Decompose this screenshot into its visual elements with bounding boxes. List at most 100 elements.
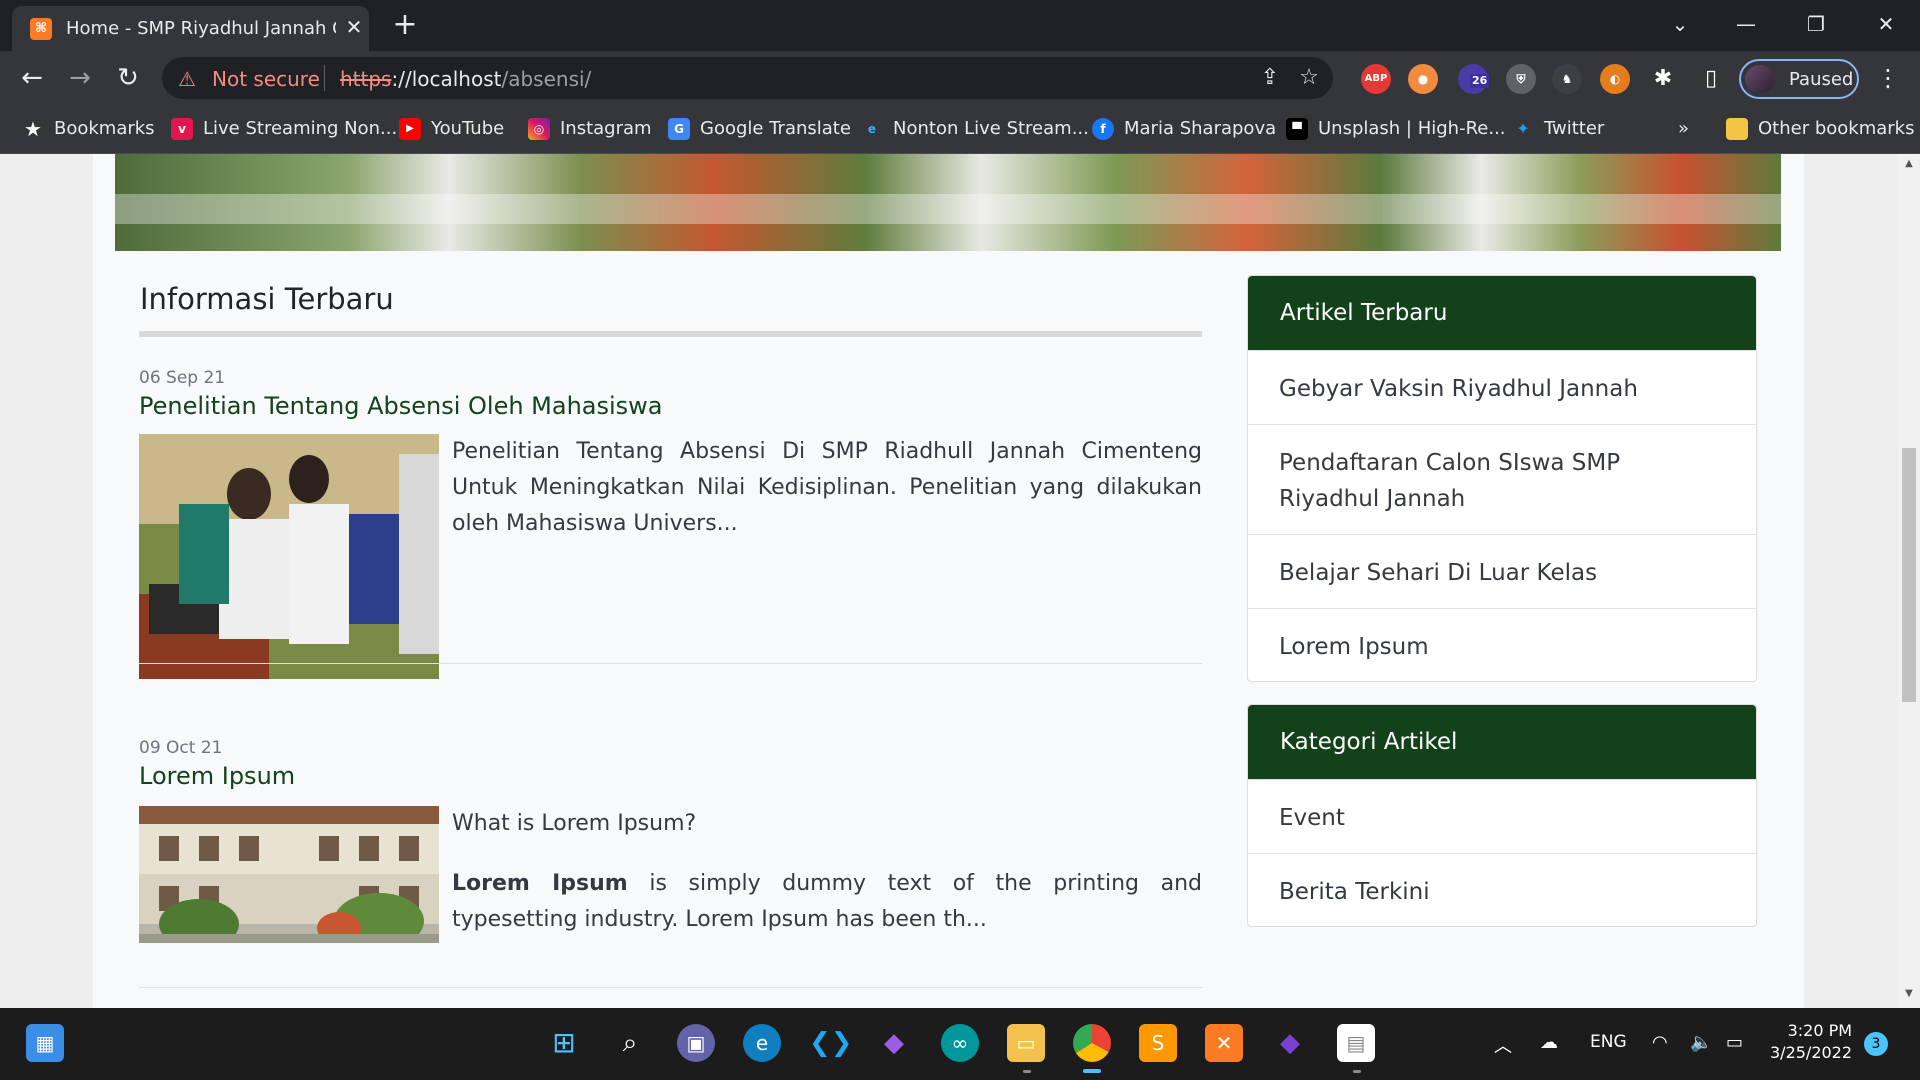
volume-icon[interactable]: 🔈 [1690, 1032, 1712, 1053]
clock-time: 3:20 PM [1787, 1021, 1853, 1040]
page-scrollbar[interactable]: ▲ ▼ [1898, 154, 1920, 1008]
post-excerpt: Penelitian Tentang Absensi Di SMP Riadhu… [452, 439, 1202, 536]
profile-button[interactable]: Paused [1739, 59, 1859, 99]
post-date: 09 Oct 21 [139, 738, 223, 758]
chrome-icon[interactable] [1073, 1024, 1111, 1062]
google-translate-icon: G [668, 118, 690, 140]
tray-overflow-icon[interactable]: ︿ [1494, 1032, 1512, 1058]
forward-button[interactable]: → [64, 63, 96, 93]
recent-article-link[interactable]: Belajar Sehari Di Luar Kelas [1248, 534, 1756, 608]
adblock-plus-icon[interactable]: ABP [1361, 64, 1391, 94]
post-excerpt-body: Lorem Ipsum is simply dummy text of the … [452, 866, 1202, 938]
edge-icon[interactable]: e [743, 1024, 781, 1062]
shield-icon[interactable]: ⛨ [1506, 64, 1536, 94]
post-title-link[interactable]: Penelitian Tentang Absensi Oleh Mahasisw… [139, 392, 663, 420]
share-icon[interactable]: ⇪ [1255, 65, 1285, 91]
bookmarks-overflow-button[interactable]: » [1678, 115, 1689, 143]
security-label[interactable]: Not secure [212, 67, 320, 91]
extension-badge-icon[interactable]: 26 [1458, 64, 1490, 94]
arduino-icon[interactable]: ∞ [941, 1024, 979, 1062]
bookmark-item[interactable]: Other bookmarks [1726, 115, 1914, 143]
scroll-thumb[interactable] [1902, 448, 1916, 702]
running-indicator [1023, 1070, 1031, 1073]
bookmark-item[interactable]: e Nonton Live Stream... [861, 115, 1089, 143]
restore-button[interactable]: ❐ [1796, 8, 1836, 40]
extensions-puzzle-icon[interactable]: ✱ [1648, 64, 1678, 94]
post-item: 09 Oct 21 Lorem Ipsum What is Lorem Ipsu… [139, 738, 1202, 988]
running-indicator [1353, 1070, 1361, 1073]
close-tab-icon[interactable]: ✕ [342, 15, 366, 39]
recent-article-link[interactable]: Lorem Ipsum [1248, 608, 1756, 681]
bookmark-item[interactable]: v Live Streaming Non... [171, 115, 397, 143]
menu-kebab-icon[interactable]: ⋮ [1872, 63, 1904, 93]
tab-title: Home - SMP Riyadhul Jannah Cimenteng [66, 18, 336, 39]
reload-button[interactable]: ↻ [112, 63, 144, 93]
post-thumbnail[interactable] [139, 434, 439, 679]
windows-start-icon[interactable]: ⊞ [545, 1024, 583, 1062]
clock-date: 3/25/2022 [1770, 1043, 1853, 1062]
hero-image [115, 154, 1781, 251]
categories-card: Kategori Artikel Event Berita Terkini [1247, 704, 1757, 927]
bookmark-item[interactable]: ✦ Twitter [1512, 115, 1604, 143]
minimize-button[interactable]: — [1726, 8, 1766, 40]
twitter-icon: ✦ [1516, 119, 1530, 138]
address-bar[interactable]: ⚠ Not secure https://localhost/absensi/ … [162, 57, 1333, 99]
post-thumbnail[interactable] [139, 806, 439, 943]
post-title-link[interactable]: Lorem Ipsum [139, 762, 295, 790]
post-item: 06 Sep 21 Penelitian Tentang Absensi Ole… [139, 368, 1202, 679]
section-divider [139, 331, 1202, 337]
side-panel-icon[interactable]: ▯ [1696, 64, 1726, 94]
url-path: /absensi/ [501, 67, 592, 91]
bookmark-item[interactable]: f Maria Sharapova [1092, 115, 1276, 143]
post-date: 06 Sep 21 [139, 368, 226, 388]
clock[interactable]: 3:20 PM 3/25/2022 [1770, 1020, 1852, 1064]
recent-article-link[interactable]: Pendaftaran Calon SIswa SMP Riyadhul Jan… [1248, 424, 1756, 534]
notepad-icon[interactable]: ▤ [1337, 1024, 1375, 1062]
folder-icon [1726, 118, 1748, 140]
recent-articles-header: Artikel Terbaru [1248, 276, 1756, 350]
search-icon[interactable]: ⌕ [611, 1024, 649, 1062]
new-tab-button[interactable]: + [392, 10, 418, 40]
page-container: Informasi Terbaru 06 Sep 21 Penelitian T… [93, 154, 1804, 1008]
extension-orange-icon[interactable]: ◐ [1600, 64, 1630, 94]
url-host: ://localhost [391, 67, 502, 91]
recent-article-link[interactable]: Gebyar Vaksin Riyadhul Jannah [1248, 350, 1756, 424]
wifi-icon[interactable]: ◠ [1652, 1032, 1668, 1053]
notification-badge[interactable]: 3 [1864, 1032, 1888, 1056]
extension-badge-count: 26 [1470, 74, 1490, 88]
sublime-text-icon[interactable]: S [1139, 1024, 1177, 1062]
category-link[interactable]: Event [1248, 779, 1756, 853]
scroll-up-arrow-icon[interactable]: ▲ [1902, 158, 1916, 172]
teams-chat-icon[interactable]: ▣ [677, 1024, 715, 1062]
back-button[interactable]: ← [16, 63, 48, 93]
url-text[interactable]: https://localhost/absensi/ [340, 67, 591, 91]
language-indicator[interactable]: ENG [1590, 1032, 1627, 1052]
post-excerpt-question: What is Lorem Ipsum? [452, 811, 697, 836]
bookmarks-bar: ★ Bookmarks v Live Streaming Non... ▶ YouTu… [0, 104, 1920, 154]
onedrive-icon[interactable]: ☁ [1540, 1032, 1558, 1053]
extension-penguin-icon[interactable]: ♞ [1552, 64, 1582, 94]
bookmark-item[interactable]: ▀ Unsplash | High-Re... [1286, 115, 1506, 143]
tab-search-icon[interactable]: ⌄ [1660, 8, 1700, 40]
widgets-icon[interactable]: ▦ [26, 1024, 64, 1062]
extension-icon[interactable]: ● [1408, 64, 1438, 94]
vscode-icon[interactable]: ❮❯ [809, 1024, 853, 1062]
scroll-down-arrow-icon[interactable]: ▼ [1902, 988, 1916, 1002]
close-window-button[interactable]: ✕ [1866, 8, 1906, 40]
post-divider [139, 663, 1202, 664]
visual-studio-2-icon[interactable]: ◆ [1271, 1024, 1309, 1062]
category-link[interactable]: Berita Terkini [1248, 853, 1756, 926]
battery-icon[interactable]: ▭ [1726, 1032, 1743, 1053]
bookmark-star-icon[interactable]: ☆ [1294, 65, 1324, 91]
bookmark-item[interactable]: ▶ YouTube [399, 115, 504, 143]
visual-studio-icon[interactable]: ◆ [875, 1024, 913, 1062]
bookmark-item[interactable]: ★ Bookmarks [22, 115, 155, 143]
xampp-taskbar-icon[interactable]: ✕ [1205, 1024, 1243, 1062]
browser-tab[interactable]: ⌘ Home - SMP Riyadhul Jannah Cimenteng ✕ [12, 6, 369, 51]
file-explorer-icon[interactable]: ▭ [1007, 1024, 1045, 1062]
bookmark-item[interactable]: ◎ Instagram [528, 115, 652, 143]
recent-articles-card: Artikel Terbaru Gebyar Vaksin Riyadhul J… [1247, 275, 1757, 682]
youtube-icon: ▶ [399, 118, 421, 140]
bookmark-item[interactable]: G Google Translate [668, 115, 851, 143]
vidio-icon: v [171, 118, 193, 140]
